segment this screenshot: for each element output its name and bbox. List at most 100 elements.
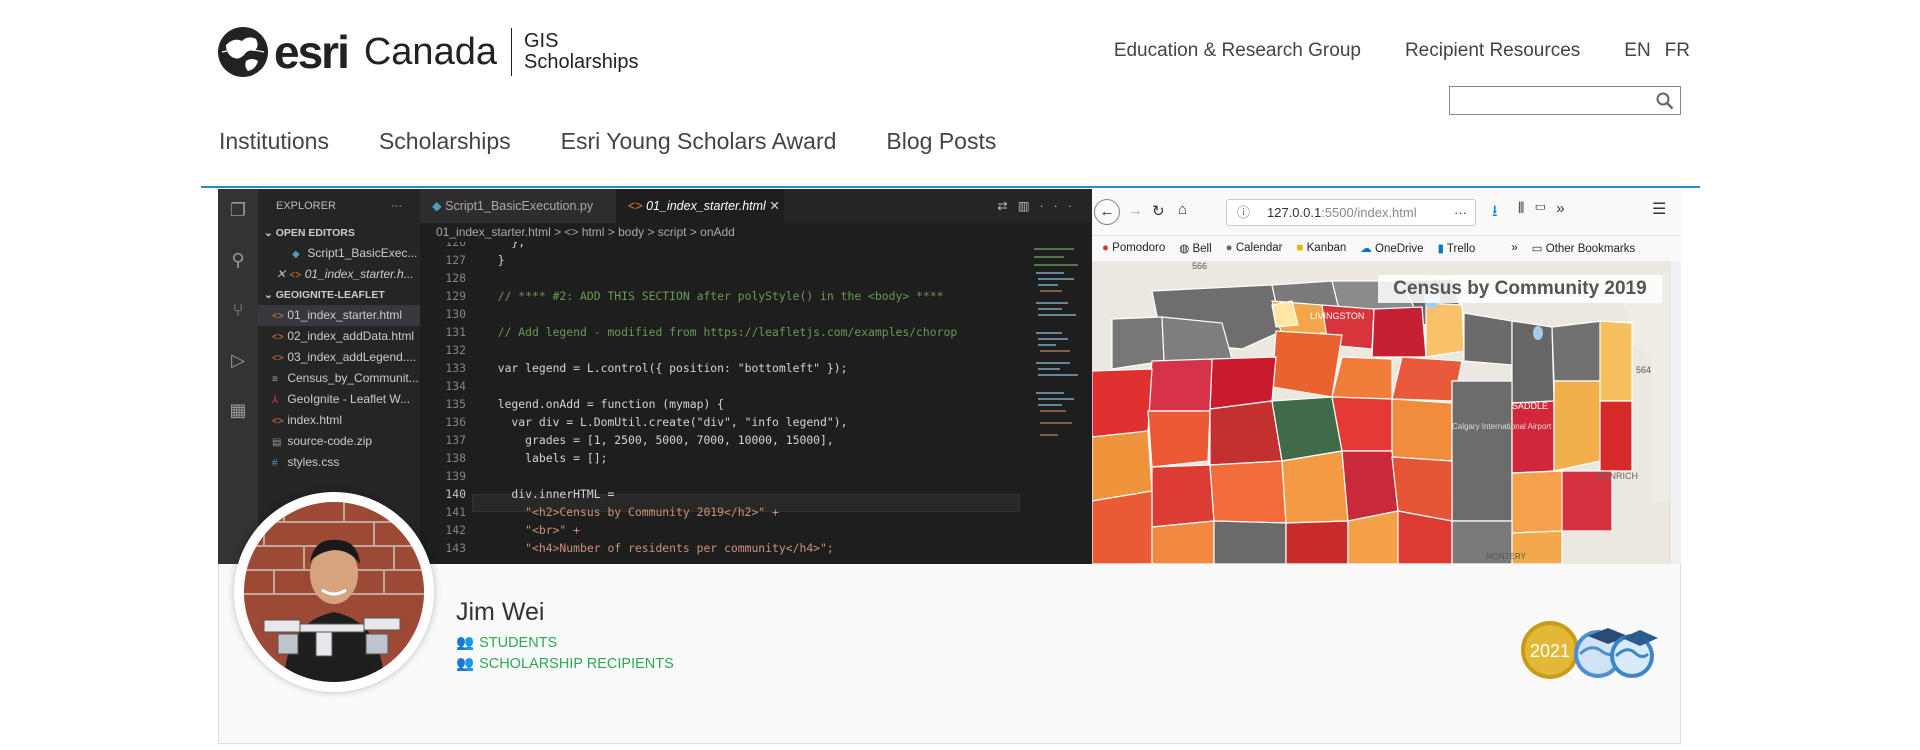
line-number: 140	[445, 487, 466, 501]
nav-blog-posts[interactable]: Blog Posts	[886, 128, 996, 155]
cloud-icon: ☁	[1360, 243, 1372, 255]
code-line: div.innerHTML =	[484, 487, 615, 501]
bookmark-pomodoro: ● Pomodoro	[1102, 242, 1165, 254]
code-line: // Add legend - modified from https://le…	[484, 325, 958, 339]
project-label: GEOIGNITE-LEAFLET	[275, 289, 385, 301]
code-line: "<br>" +	[484, 523, 581, 537]
line-number: 127	[445, 253, 466, 267]
folder-icon: ▭	[1531, 243, 1543, 255]
line-number: 137	[445, 433, 466, 447]
hero-image: ❐ ⚲ ⑂ ▷ ▦ EXPLORER ··· ⌄ OPEN EDITORS ◆ …	[218, 189, 1681, 564]
lang-fr[interactable]: FR	[1665, 40, 1690, 62]
open-editor-label: 01_index_starter.h...	[304, 267, 414, 281]
nav-scholarships[interactable]: Scholarships	[379, 128, 511, 155]
code-line: };	[484, 242, 526, 249]
html-file-icon: <>	[272, 416, 284, 427]
tab-label: 01_index_starter.html	[646, 199, 766, 213]
lang-en[interactable]: EN	[1624, 40, 1650, 62]
line-number: 139	[445, 469, 466, 483]
html-file-icon: <>	[289, 270, 302, 281]
nav-institutions[interactable]: Institutions	[219, 128, 329, 155]
tag-students[interactable]: 👥 STUDENTS	[456, 634, 558, 652]
file-label: 02_index_addData.html	[287, 329, 415, 343]
download-icon: ⭳	[1492, 203, 1498, 220]
code-line: var legend = L.control({ position: "bott…	[484, 361, 848, 375]
map-label: 566	[1192, 261, 1207, 271]
trello-icon: ▮	[1437, 243, 1444, 255]
info-icon: ⓘ	[1237, 205, 1251, 220]
profile-name: Jim Wei	[456, 598, 545, 626]
profile-card	[218, 564, 1681, 744]
close-icon: ✕	[769, 199, 780, 213]
logo-scholarships: Scholarships	[523, 51, 639, 73]
line-number: 129	[445, 289, 466, 303]
menu-icon: ☰	[1652, 201, 1667, 218]
file-label: styles.css	[287, 455, 340, 469]
bookmark-label: Kanban	[1306, 242, 1347, 254]
esri-canada-logo[interactable]: esri Canada GIS Scholarships	[218, 24, 639, 80]
explorer-title: EXPLORER	[276, 200, 336, 212]
home-icon: ⌂	[1178, 201, 1188, 218]
code-line: legend.onAdd = function (mymap) {	[484, 397, 725, 411]
tomato-icon: ●	[1102, 242, 1109, 254]
link-education-research[interactable]: Education & Research Group	[1114, 40, 1361, 62]
toolbar-divider	[1092, 235, 1681, 236]
library-icon: ⫴▭»	[1518, 200, 1575, 217]
file-label: 03_index_addLegend....	[287, 350, 417, 364]
avatar	[234, 492, 434, 692]
forward-icon: →	[1128, 202, 1143, 219]
line-number: 141	[445, 505, 466, 519]
editor-actions-icon: ⇄▥···	[997, 199, 1082, 213]
code-line: }	[484, 253, 505, 267]
files-icon: ❐	[229, 200, 247, 221]
map-label: 564	[1636, 365, 1651, 375]
logo-esri: esri	[274, 26, 350, 78]
address-bar: ⓘ 127.0.0.1:5500/index.html ···	[1226, 199, 1476, 226]
scrollbar	[1669, 261, 1681, 564]
overflow-icon: »	[1511, 242, 1518, 254]
search-icon[interactable]	[1656, 92, 1674, 110]
line-number: 136	[445, 415, 466, 429]
zip-file-icon: ▤	[272, 437, 282, 448]
file-label: 01_index_starter.html	[287, 308, 403, 322]
python-file-icon: ◆	[432, 199, 442, 213]
map-label: LIVINGSTON	[1310, 311, 1364, 321]
file-label: GeoIgnite - Leaflet W...	[287, 392, 411, 406]
line-number: 132	[445, 343, 466, 357]
line-number: 135	[445, 397, 466, 411]
line-number: 142	[445, 523, 466, 537]
code-editor: 126 }; 127 } 128 129 // **** #2: ADD THIS S…	[420, 242, 1028, 564]
logo-gis: GIS	[523, 30, 559, 52]
link-recipient-resources[interactable]: Recipient Resources	[1405, 40, 1580, 62]
map-label: Calgary International Airport	[1452, 422, 1552, 431]
search-input[interactable]	[1449, 86, 1681, 115]
map-label: SADDLE	[1512, 401, 1548, 411]
top-nav: Education & Research Group Recipient Res…	[1114, 40, 1690, 62]
line-number: 126	[445, 242, 466, 249]
tag-students-label: STUDENTS	[479, 634, 558, 651]
bookmark-label: Trello	[1446, 243, 1476, 255]
code-line: // **** #2: ADD THIS SECTION after polyS…	[484, 289, 944, 303]
tag-scholarship-recipients[interactable]: 👥 SCHOLARSHIP RECIPIENTS	[456, 655, 674, 673]
tab-index-starter: <> 01_index_starter.html ✕	[616, 189, 784, 223]
code-line: labels = [];	[484, 451, 608, 465]
language-switcher: EN FR	[1624, 40, 1690, 62]
nav-young-scholars-award[interactable]: Esri Young Scholars Award	[561, 128, 837, 155]
kanban-icon: ■	[1296, 242, 1304, 254]
file-item: ▤ source-code.zip	[258, 431, 420, 452]
url-host: 127.0.0.1	[1267, 205, 1322, 220]
map-title: Census by Community 2019	[1378, 275, 1662, 303]
editor-tabs: ◆ Script1_BasicExecution.py <> 01_index_…	[420, 189, 1092, 223]
line-number: 128	[445, 271, 466, 285]
code-line: grades = [1, 2500, 5000, 7000, 10000, 15…	[484, 433, 834, 447]
bookmark-onedrive: ☁ OneDrive	[1360, 241, 1423, 255]
html-file-icon: <>	[272, 332, 284, 343]
users-icon: 👥	[456, 635, 475, 651]
editor-breadcrumb: 01_index_starter.html > <> html > body >…	[436, 225, 735, 239]
browser-window: ← → ↻ ⌂ ⓘ 127.0.0.1:5500/index.html ··· …	[1092, 189, 1681, 564]
logo-divider	[510, 28, 512, 76]
header-divider	[201, 186, 1700, 188]
page: esri Canada GIS Scholarships Education &…	[0, 0, 1920, 750]
open-editors-label: OPEN EDITORS	[275, 227, 355, 239]
line-number: 138	[445, 451, 466, 465]
